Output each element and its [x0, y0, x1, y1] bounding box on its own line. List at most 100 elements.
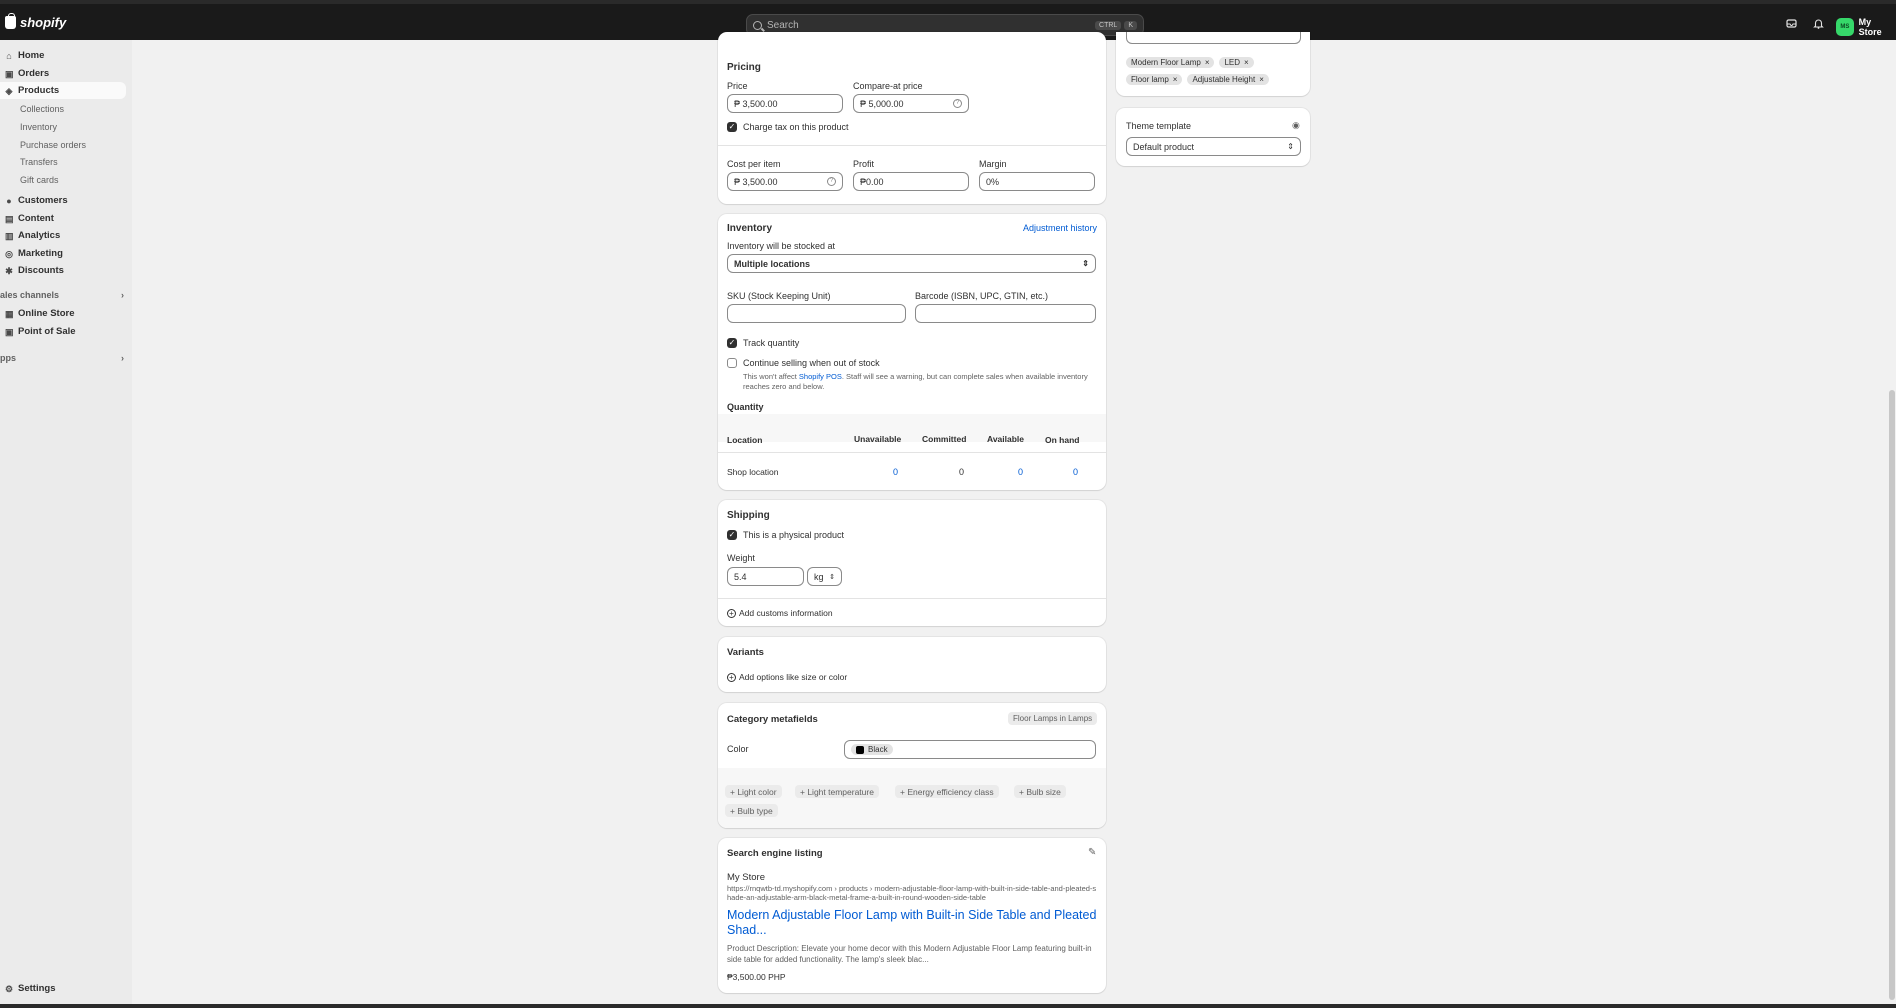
- sidebar-item-online-store[interactable]: ▦ Online Store: [0, 305, 126, 322]
- shortcut-k: K: [1124, 20, 1137, 30]
- section-label: pps: [0, 353, 17, 363]
- track-quantity-label: Track quantity: [743, 338, 800, 348]
- sidebar-item-purchase-orders[interactable]: Purchase orders: [20, 140, 86, 150]
- shopify-logo[interactable]: shopify: [5, 13, 67, 30]
- adjustment-history-link[interactable]: Adjustment history: [1023, 223, 1097, 233]
- shopify-pos-link[interactable]: Shopify POS: [799, 372, 842, 381]
- add-bulb-type-chip[interactable]: + Bulb type: [725, 804, 778, 817]
- tags-row-1: Modern Floor Lamp × LED ×: [1126, 57, 1254, 68]
- stocked-at-select[interactable]: Multiple locations ⇕: [727, 254, 1096, 273]
- sidebar-item-label: Discounts: [18, 265, 64, 276]
- row-on-hand[interactable]: 0: [1073, 467, 1078, 477]
- add-light-color-chip[interactable]: + Light color: [725, 785, 782, 798]
- sidebar-item-inventory[interactable]: Inventory: [20, 122, 57, 132]
- col-location: Location: [727, 435, 763, 445]
- gear-icon: ⚙: [5, 983, 14, 994]
- pos-icon: ▣: [5, 326, 14, 337]
- page-scrollbar[interactable]: [1888, 40, 1896, 1004]
- sidebar-item-settings[interactable]: ⚙ Settings: [0, 980, 126, 997]
- physical-product-checkbox[interactable]: ✓: [727, 530, 737, 540]
- home-icon: ⌂: [6, 50, 12, 61]
- add-light-temperature-chip[interactable]: + Light temperature: [795, 785, 879, 798]
- track-quantity-checkbox[interactable]: ✓: [727, 338, 737, 348]
- shipping-title: Shipping: [727, 510, 770, 521]
- sidebar-item-orders[interactable]: ▣ Orders: [0, 65, 126, 82]
- sidebar-item-products[interactable]: ◈ Products: [0, 82, 126, 99]
- sku-input[interactable]: [727, 304, 906, 323]
- row-available[interactable]: 0: [1018, 467, 1023, 477]
- tags-input[interactable]: [1126, 32, 1301, 44]
- store-menu-button[interactable]: MS My Store: [1836, 17, 1896, 37]
- quantity-title: Quantity: [727, 402, 764, 412]
- inbox-icon[interactable]: [1786, 18, 1797, 29]
- sidebar-item-analytics[interactable]: ▥ Analytics: [0, 227, 126, 244]
- sidebar-section-apps[interactable]: pps ›: [0, 353, 124, 363]
- category-metafields-card: Category metafields Floor Lamps in Lamps…: [718, 703, 1106, 828]
- stocked-at-label: Inventory will be stocked at: [727, 241, 836, 251]
- price-input[interactable]: ₱ 3,500.00: [727, 94, 843, 113]
- close-icon[interactable]: ×: [1205, 58, 1210, 67]
- pos-note: This won't affect Shopify POS. Staff wil…: [743, 372, 1088, 392]
- sidebar-item-customers[interactable]: ● Customers: [0, 192, 126, 209]
- add-energy-efficiency-chip[interactable]: + Energy efficiency class: [895, 785, 999, 798]
- sidebar-item-transfers[interactable]: Transfers: [20, 157, 58, 167]
- row-unavailable[interactable]: 0: [893, 467, 898, 477]
- continue-selling-checkbox[interactable]: [727, 358, 737, 368]
- inventory-title: Inventory: [727, 223, 773, 234]
- tag-chip: Floor lamp ×: [1126, 74, 1183, 85]
- barcode-input[interactable]: [915, 304, 1096, 323]
- bar-chart-icon: ▥: [5, 230, 14, 241]
- close-icon[interactable]: ×: [1244, 58, 1249, 67]
- weight-unit-value: kg: [814, 571, 824, 582]
- sidebar-section-sales-channels[interactable]: ales channels ›: [0, 290, 124, 300]
- weight-input[interactable]: 5.4: [727, 567, 804, 586]
- sku-label: SKU (Stock Keeping Unit): [727, 291, 831, 301]
- sidebar-item-home[interactable]: ⌂ Home: [0, 47, 126, 64]
- logo-text: shopify: [20, 15, 67, 30]
- sidebar-item-gift-cards[interactable]: Gift cards: [20, 175, 59, 185]
- pencil-icon[interactable]: ✎: [1088, 847, 1096, 858]
- weight-value: 5.4: [734, 571, 747, 582]
- cost-per-item-input[interactable]: ₱ 3,500.00 ?: [727, 172, 843, 191]
- bell-icon[interactable]: [1813, 18, 1824, 29]
- compare-at-price-input[interactable]: ₱ 5,000.00 ?: [853, 94, 969, 113]
- charge-tax-checkbox[interactable]: ✓: [727, 122, 737, 132]
- plus-circle-icon: +: [727, 608, 736, 618]
- sidebar-item-label: Orders: [18, 68, 50, 79]
- color-field[interactable]: Black: [844, 740, 1096, 759]
- sidebar-item-collections[interactable]: Collections: [20, 104, 64, 114]
- theme-template-value: Default product: [1133, 141, 1195, 152]
- physical-product-label: This is a physical product: [743, 530, 845, 540]
- eye-icon[interactable]: ◉: [1292, 120, 1300, 131]
- sidebar-item-point-of-sale[interactable]: ▣ Point of Sale: [0, 323, 126, 340]
- profit-label: Profit: [853, 159, 875, 169]
- tags-card: Modern Floor Lamp × LED × Floor lamp × Adju…: [1116, 32, 1310, 96]
- metafield-suggestions: [718, 768, 1106, 828]
- help-icon[interactable]: ?: [953, 99, 962, 108]
- divider: [718, 145, 1106, 146]
- stocked-at-value: Multiple locations: [734, 258, 811, 269]
- sidebar-item-content[interactable]: ▤ Content: [0, 210, 126, 227]
- close-icon[interactable]: ×: [1259, 75, 1264, 84]
- weight-unit-select[interactable]: kg ⇕: [807, 567, 842, 586]
- color-value: Black: [868, 745, 888, 754]
- add-options-button[interactable]: + Add options like size or color: [727, 672, 847, 682]
- weight-label: Weight: [727, 553, 755, 563]
- close-icon[interactable]: ×: [1173, 75, 1178, 84]
- sidebar-item-discounts[interactable]: ✱ Discounts: [0, 262, 126, 279]
- add-customs-button[interactable]: + Add customs information: [727, 608, 833, 618]
- theme-template-select[interactable]: Default product ⇕: [1126, 137, 1301, 156]
- chevron-right-icon: ›: [121, 353, 124, 363]
- tag-label: Floor lamp: [1131, 75, 1169, 84]
- divider: [718, 452, 1106, 453]
- seo-description: Product Description: Elevate your home d…: [727, 944, 1092, 964]
- shipping-card: Shipping ✓ This is a physical product We…: [718, 500, 1106, 626]
- color-swatch: [856, 745, 864, 754]
- color-tag: Black: [851, 744, 893, 755]
- tag-chip: Adjustable Height ×: [1187, 74, 1269, 85]
- scrollbar-thumb[interactable]: [1889, 390, 1895, 1000]
- add-bulb-size-chip[interactable]: + Bulb size: [1014, 785, 1066, 798]
- help-icon[interactable]: ?: [827, 177, 836, 186]
- store-name: My Store: [1858, 17, 1882, 37]
- sidebar-item-marketing[interactable]: ◎ Marketing: [0, 245, 126, 262]
